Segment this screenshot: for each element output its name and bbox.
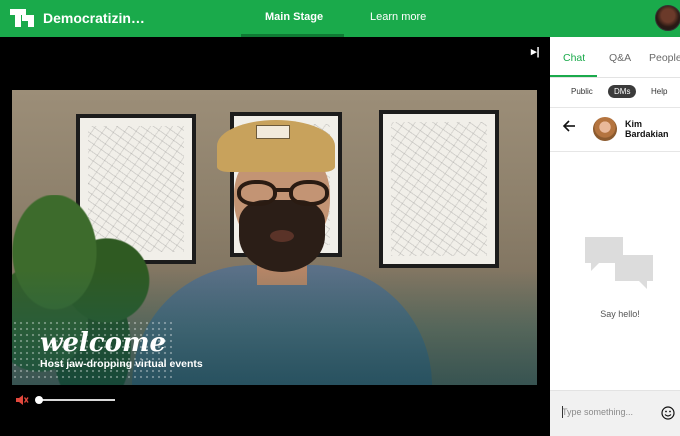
seek-bar[interactable]	[37, 399, 115, 401]
empty-state-text: Say hello!	[600, 309, 640, 319]
speaker-glasses	[237, 180, 329, 206]
glass-lens	[237, 180, 277, 206]
wall-frame	[379, 110, 499, 268]
subtab-public[interactable]: Public	[571, 87, 593, 96]
dm-header: Kim Bardakian	[550, 109, 680, 152]
tab-qa[interactable]: Q&A	[609, 52, 631, 64]
glass-lens	[289, 180, 329, 206]
video-controls	[15, 393, 125, 407]
cap-patch	[256, 125, 290, 139]
collapse-panel-icon[interactable]: ▸|	[531, 45, 540, 58]
message-input[interactable]	[558, 401, 652, 423]
subtab-help[interactable]: Help	[651, 87, 667, 96]
side-panel: Chat Q&A People Public DMs Help Kim Bard…	[550, 37, 680, 436]
user-avatar[interactable]	[655, 5, 680, 31]
seek-handle[interactable]	[34, 396, 43, 404]
chat-bubbles-icon	[585, 237, 653, 289]
subtab-dms[interactable]: DMs	[608, 85, 637, 98]
speaker-mouth	[270, 230, 294, 242]
main-stage: ▸| welcome Host jaw-dropping virtual eve…	[0, 37, 550, 436]
back-arrow-icon[interactable]	[562, 119, 576, 133]
contact-name: Kim Bardakian	[625, 119, 669, 139]
top-bar: Democratizin… Main Stage Learn more	[0, 0, 680, 37]
subtab-bar: Public DMs Help	[550, 78, 680, 108]
tab-learn-more[interactable]: Learn more	[370, 11, 426, 23]
speaker-muted-icon[interactable]	[15, 393, 29, 407]
video-player[interactable]: welcome Host jaw-dropping virtual events	[12, 90, 537, 385]
tab-chat[interactable]: Chat	[563, 52, 585, 64]
video-overlay-title: welcome	[40, 328, 167, 358]
message-composer	[550, 390, 680, 436]
tab-main-stage[interactable]: Main Stage	[265, 11, 323, 23]
contact-avatar	[593, 117, 617, 141]
tab-people[interactable]: People	[649, 52, 680, 64]
video-overlay-subtitle: Host jaw-dropping virtual events	[40, 358, 203, 370]
event-title[interactable]: Democratizin…	[43, 10, 145, 26]
text-cursor	[562, 406, 563, 418]
techcrunch-logo-icon[interactable]	[10, 9, 34, 27]
smiley-icon[interactable]	[661, 406, 675, 420]
